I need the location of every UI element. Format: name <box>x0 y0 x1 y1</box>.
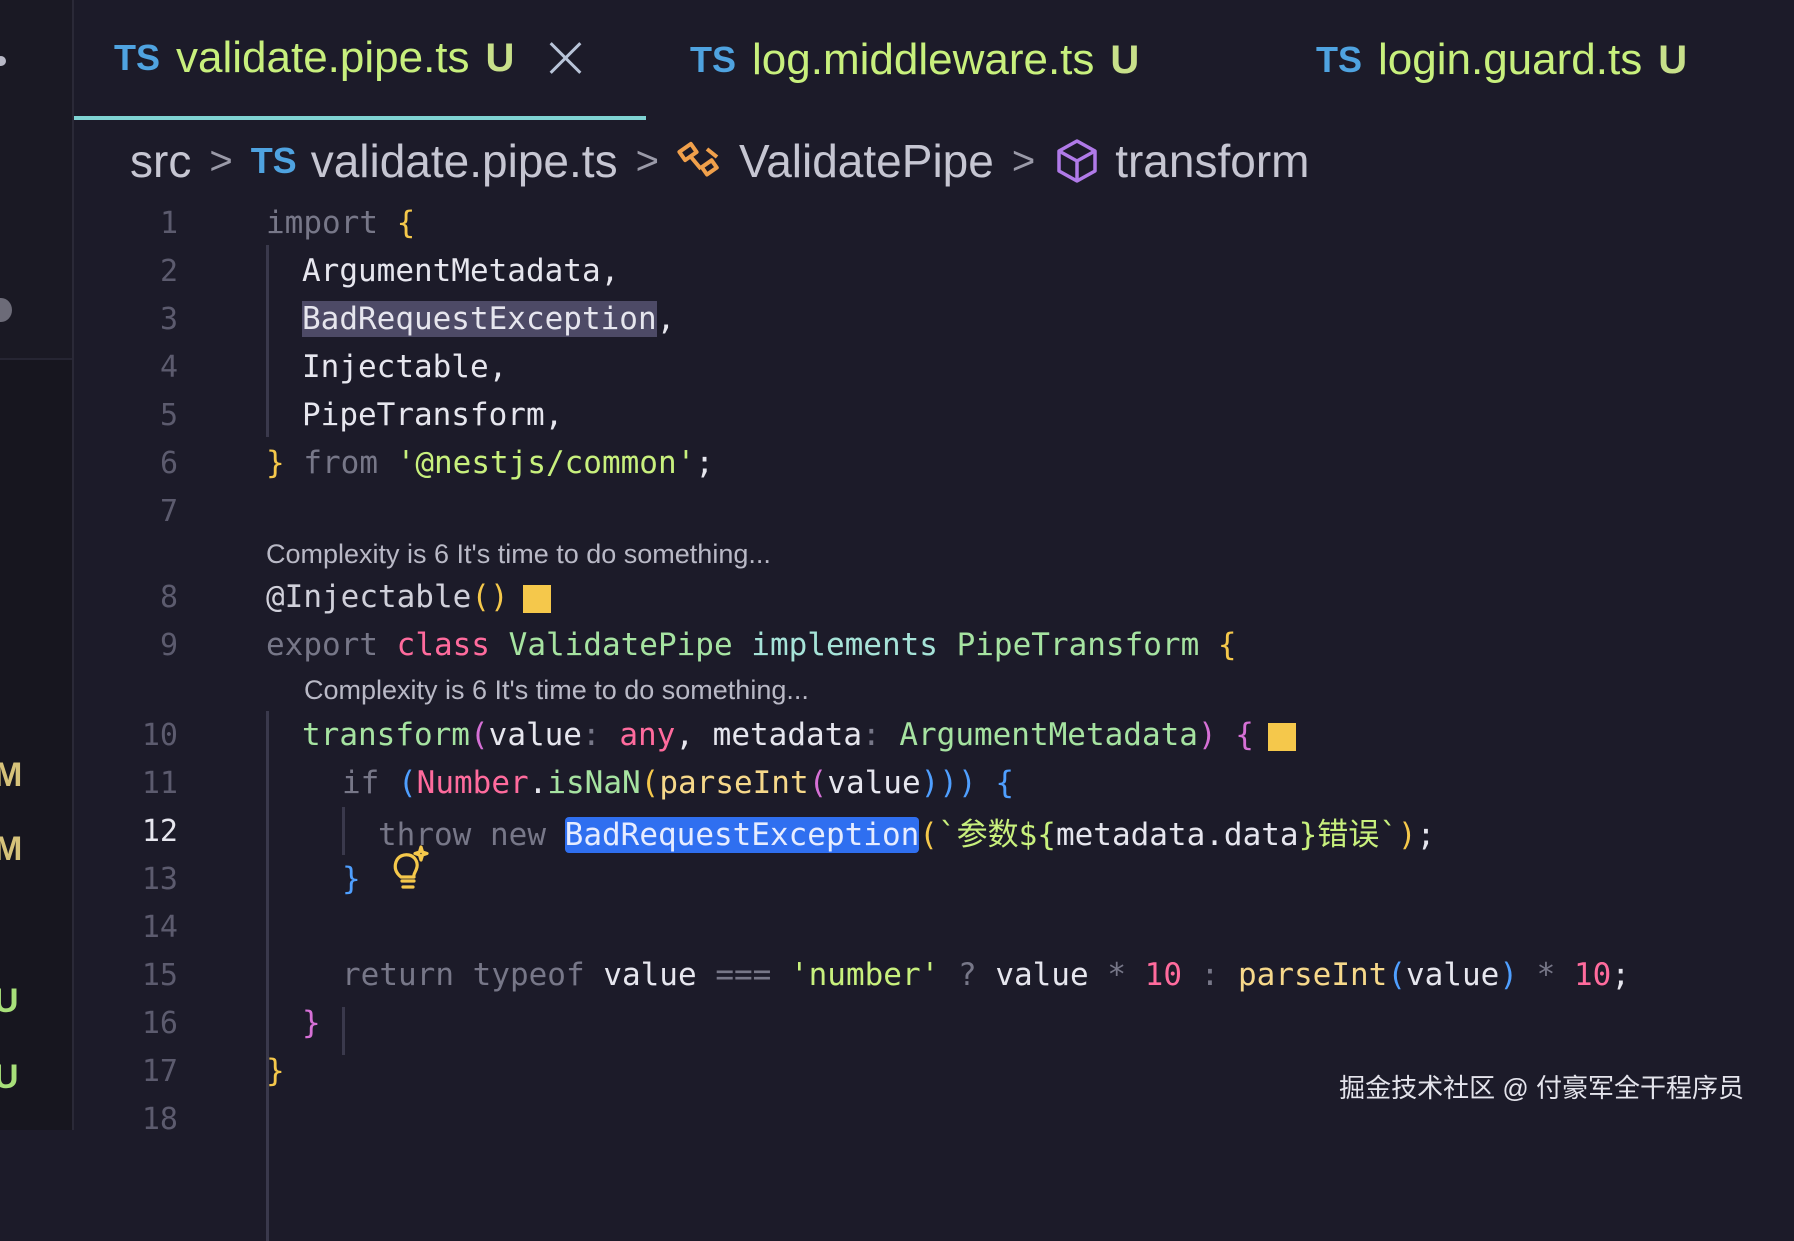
tab-label: log.middleware.ts <box>752 35 1095 84</box>
tab-login-guard[interactable]: TS login.guard.ts U <box>1316 0 1687 120</box>
line-number: 14 <box>141 909 178 945</box>
line-number: 1 <box>159 205 178 241</box>
code-text: import { <box>266 205 416 241</box>
code-text: BadRequestException, <box>302 301 676 337</box>
breadcrumb-file[interactable]: validate.pipe.ts <box>311 134 618 188</box>
code-line[interactable]: 14 <box>0 903 1794 951</box>
untracked-badge: U <box>1110 37 1140 82</box>
complexity-indicator-icon <box>522 584 551 613</box>
tab-label: login.guard.ts <box>1378 35 1643 84</box>
tab-log-middleware[interactable]: TS log.middleware.ts U <box>690 0 1139 120</box>
line-number: 4 <box>159 349 178 385</box>
code-text: if (Number.isNaN(parseInt(value))) { <box>342 765 1014 801</box>
code-line[interactable]: 2 ArgumentMetadata, <box>0 247 1794 295</box>
code-line[interactable]: 5 PipeTransform, <box>0 391 1794 439</box>
typescript-icon: TS <box>250 140 297 181</box>
code-line[interactable]: 8 @Injectable() <box>0 573 1794 621</box>
code-line[interactable]: 6 } from '@nestjs/common'; <box>0 439 1794 487</box>
code-text: export class ValidatePipe implements Pip… <box>266 627 1237 663</box>
method-cube-icon <box>1053 137 1101 185</box>
complexity-indicator-icon <box>1267 722 1296 751</box>
untracked-badge: U <box>485 35 515 80</box>
code-line[interactable]: 15 return typeof value === 'number' ? va… <box>0 951 1794 999</box>
typescript-icon: TS <box>114 37 161 78</box>
code-text: ArgumentMetadata, <box>302 253 620 289</box>
code-line[interactable]: 7 <box>0 487 1794 535</box>
indent-guide <box>342 807 345 855</box>
code-text: } from '@nestjs/common'; <box>266 445 714 481</box>
line-number: 16 <box>141 1005 178 1041</box>
code-text: } <box>302 1005 321 1041</box>
breadcrumb: src > TS validate.pipe.ts > ValidatePipe… <box>130 130 1309 192</box>
line-number: 5 <box>159 397 178 433</box>
code-line[interactable]: 10 transform(value: any, metadata: Argum… <box>0 711 1794 759</box>
tab-validate-pipe[interactable]: TS validate.pipe.ts U <box>74 0 646 120</box>
typescript-icon: TS <box>1316 39 1363 80</box>
chevron-right-icon: > <box>209 138 233 183</box>
breadcrumb-class[interactable]: ValidatePipe <box>739 134 994 188</box>
chevron-right-icon: > <box>635 138 659 183</box>
code-line[interactable]: 3 BadRequestException, <box>0 295 1794 343</box>
code-line[interactable]: 4 Injectable, <box>0 343 1794 391</box>
code-text: throw new BadRequestException(`参数${metad… <box>378 816 1436 853</box>
typescript-icon: TS <box>690 39 737 80</box>
code-text: return typeof value === 'number' ? value… <box>342 957 1630 993</box>
code-line-current[interactable]: 12 throw new BadRequestException(`参数${me… <box>0 807 1794 889</box>
code-line[interactable]: 13 } <box>0 855 1794 903</box>
code-text: Injectable, <box>302 349 508 385</box>
word-highlight: BadRequestException <box>302 301 657 337</box>
code-line[interactable]: 9 export class ValidatePipe implements P… <box>0 621 1794 669</box>
complexity-code-lens[interactable]: Complexity is 6 It's time to do somethin… <box>304 675 809 706</box>
text-selection: BadRequestException <box>564 816 920 853</box>
line-number: 18 <box>141 1101 178 1137</box>
code-text: } <box>266 1053 285 1089</box>
code-text: } <box>342 861 361 897</box>
line-number: 3 <box>159 301 178 337</box>
editor-tab-bar: TS validate.pipe.ts U TS log.middleware.… <box>74 0 1794 120</box>
line-number: 15 <box>141 957 178 993</box>
code-text: transform(value: any, metadata: Argument… <box>302 717 1296 753</box>
line-number: 11 <box>141 765 178 801</box>
line-number: 13 <box>141 861 178 897</box>
complexity-code-lens[interactable]: Complexity is 6 It's time to do somethin… <box>266 539 771 570</box>
code-line[interactable]: 1 import { <box>0 199 1794 247</box>
code-text: @Injectable() <box>266 579 551 615</box>
untracked-badge: U <box>1658 37 1688 82</box>
code-text: PipeTransform, <box>302 397 564 433</box>
code-line[interactable]: 11 if (Number.isNaN(parseInt(value))) { <box>0 759 1794 807</box>
line-number: 9 <box>159 627 178 663</box>
tab-label: validate.pipe.ts <box>176 33 470 82</box>
breadcrumb-folder[interactable]: src <box>130 134 191 188</box>
breadcrumb-method[interactable]: transform <box>1115 134 1309 188</box>
class-symbol-icon <box>677 139 725 183</box>
line-number: 2 <box>159 253 178 289</box>
code-line[interactable]: 16 } <box>0 999 1794 1047</box>
line-number: 10 <box>141 717 178 753</box>
line-number: 8 <box>159 579 178 615</box>
line-number: 12 <box>141 813 178 849</box>
line-number: 6 <box>159 445 178 481</box>
close-icon[interactable] <box>548 41 582 75</box>
line-number: 7 <box>159 493 178 529</box>
watermark: 掘金技术社区 @ 付豪军全干程序员 <box>1339 1073 1744 1103</box>
line-number: 17 <box>141 1053 178 1089</box>
chevron-right-icon: > <box>1011 138 1036 183</box>
